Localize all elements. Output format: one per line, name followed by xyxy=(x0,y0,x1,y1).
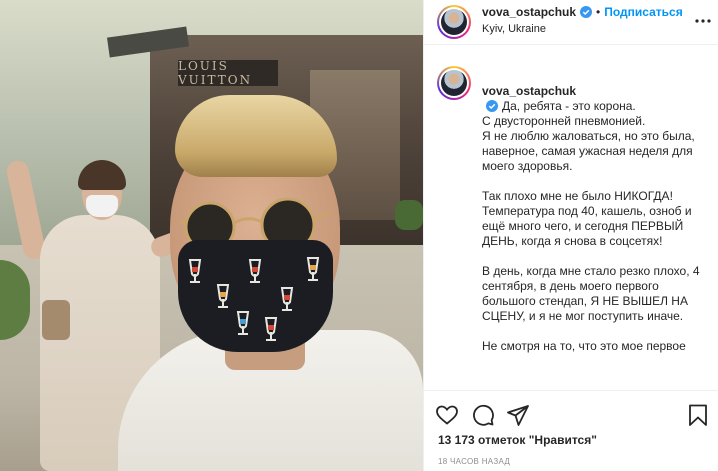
plant-right xyxy=(395,200,423,230)
post-actions: 13 173 отметок "Нравится" 18 ЧАСОВ НАЗАД xyxy=(424,390,718,471)
store-sign: LOUIS VUITTON xyxy=(178,59,278,87)
post-photo[interactable]: LOUIS VUITTON xyxy=(0,0,423,471)
woman-face-mask xyxy=(86,195,118,217)
post-caption: vova_ostapchuk Да, ребята - это корона. … xyxy=(482,69,704,354)
author-avatar[interactable] xyxy=(437,5,471,39)
likes-count[interactable]: 13 173 отметок "Нравится" xyxy=(438,433,597,447)
action-icons xyxy=(435,403,710,429)
wine-glass-pattern xyxy=(188,257,320,341)
post-side-panel: vova_ostapchuk • Подписаться Kyiv, Ukrai… xyxy=(423,0,718,471)
caption-author-avatar[interactable] xyxy=(437,66,471,100)
more-options-icon[interactable] xyxy=(695,10,711,28)
caption-paragraph: В день, когда мне стало резко плохо, 4 с… xyxy=(482,264,700,323)
verified-badge-icon xyxy=(580,6,593,18)
caption-paragraph: Да, ребята - это корона. С двусторонней … xyxy=(482,99,695,173)
caption-username[interactable]: vova_ostapchuk xyxy=(482,84,576,98)
comments-area[interactable]: vova_ostapchuk Да, ребята - это корона. … xyxy=(424,46,718,390)
bookmark-icon[interactable] xyxy=(686,403,710,427)
handbag xyxy=(42,300,70,340)
instagram-post: LOUIS VUITTON vova_ostapchuk • Подписать… xyxy=(0,0,718,471)
verified-badge-icon xyxy=(486,100,498,112)
separator-dot: • xyxy=(596,5,601,19)
share-icon[interactable] xyxy=(506,403,530,427)
caption-paragraph: Не смотря на то, что это мое первое xyxy=(482,339,686,353)
post-timestamp[interactable]: 18 ЧАСОВ НАЗАД xyxy=(438,457,510,466)
caption-paragraph: Так плохо мне не было НИКОГДА! Температу… xyxy=(482,189,692,248)
post-location[interactable]: Kyiv, Ukraine xyxy=(482,23,683,35)
author-info: vova_ostapchuk • Подписаться Kyiv, Ukrai… xyxy=(482,5,683,35)
heart-icon[interactable] xyxy=(435,403,459,427)
post-header: vova_ostapchuk • Подписаться Kyiv, Ukrai… xyxy=(424,0,718,45)
comment-icon[interactable] xyxy=(471,403,495,427)
author-username[interactable]: vova_ostapchuk xyxy=(482,5,576,19)
follow-button[interactable]: Подписаться xyxy=(604,5,682,19)
man-face-mask xyxy=(178,240,333,352)
